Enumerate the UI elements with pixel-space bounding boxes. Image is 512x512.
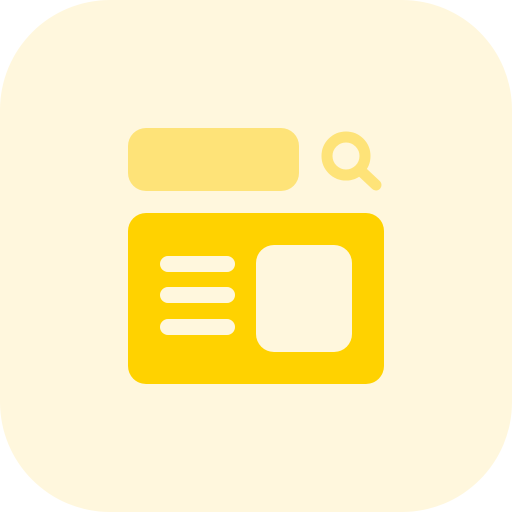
search-bar (128, 128, 299, 191)
icon-tile-background (0, 0, 512, 512)
magnifier-handle (354, 164, 382, 191)
result-card (128, 213, 384, 384)
text-line (160, 287, 235, 303)
search-icon (321, 131, 382, 191)
image-placeholder (256, 245, 352, 352)
text-line (160, 319, 235, 335)
text-line (160, 256, 235, 272)
